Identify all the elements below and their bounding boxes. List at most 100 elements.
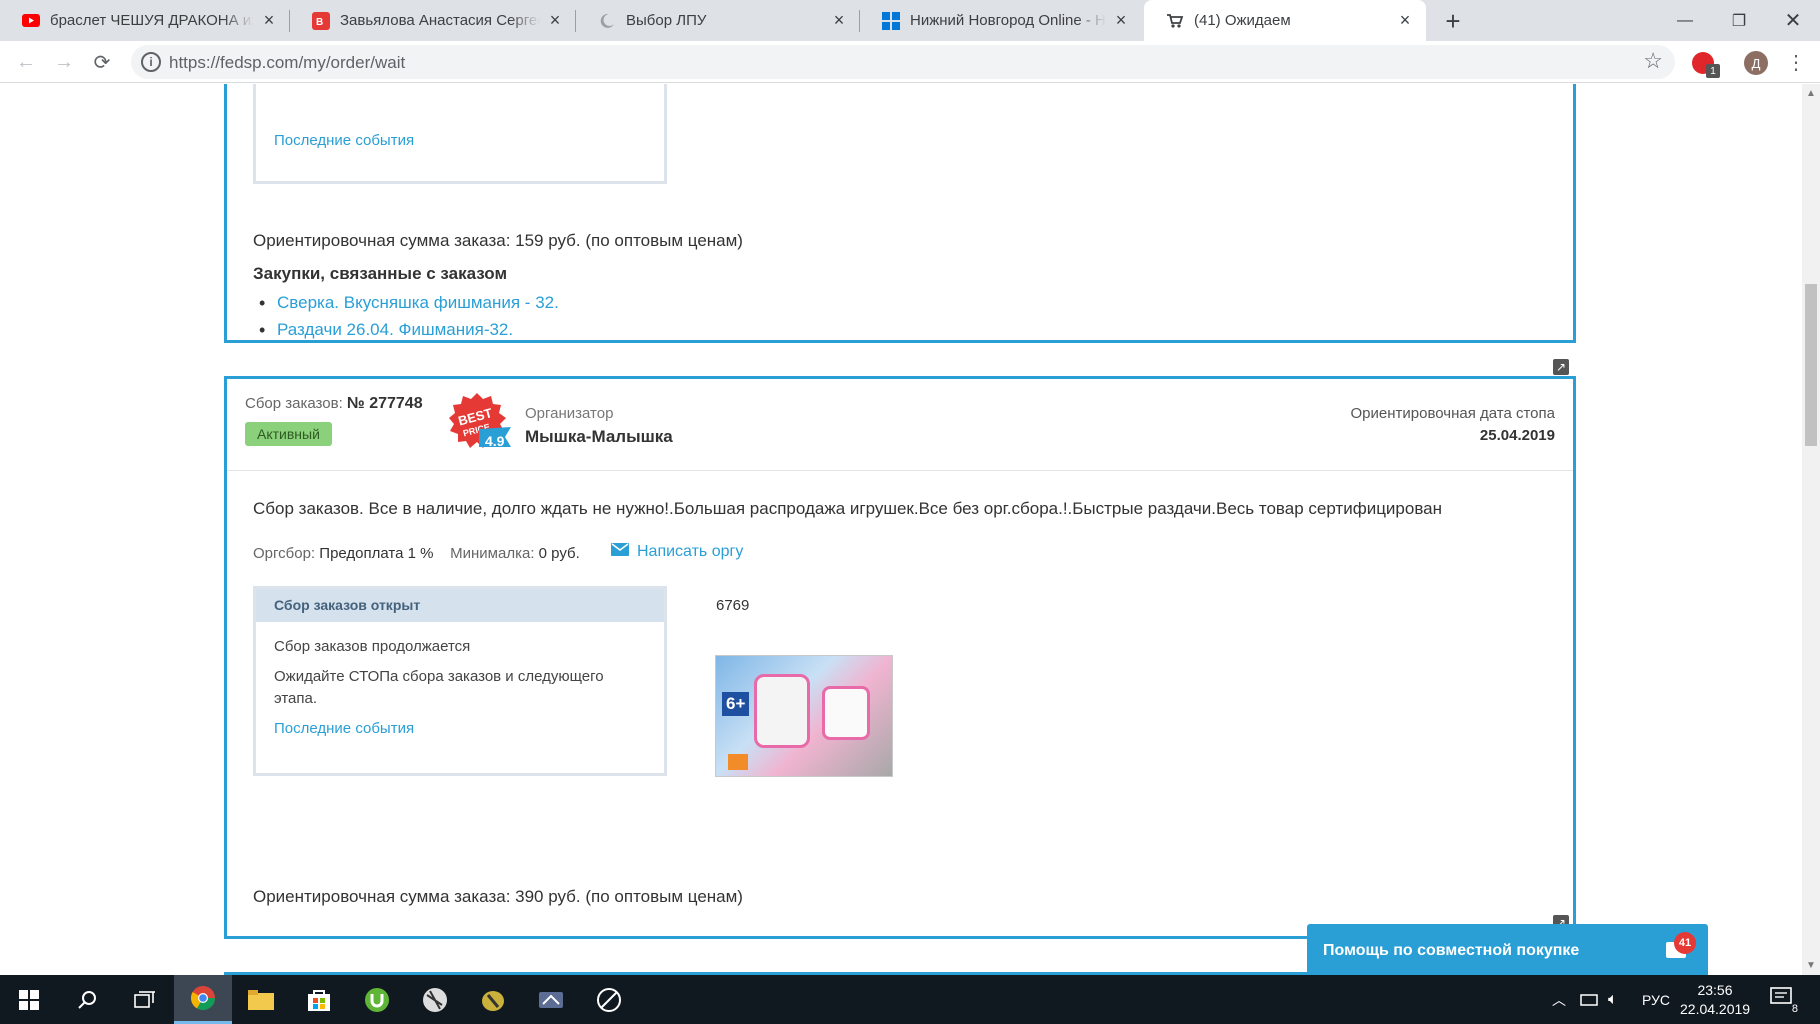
close-icon[interactable]: × [1112,10,1130,30]
tab-active-wait[interactable]: (41) Ожидаем × [1144,0,1426,41]
info-icon[interactable]: i [141,52,161,72]
product-thumbnail[interactable]: 6+ [715,655,893,777]
stop-date: 25.04.2019 [1479,427,1555,444]
url-text[interactable]: https://fedsp.com/my/order/wait [169,53,405,73]
search-icon[interactable] [58,975,116,1024]
robot-figure [822,686,870,740]
address-bar[interactable]: i https://fedsp.com/my/order/wait ☆ [131,45,1675,79]
tab-strip: браслет ЧЕШУЯ ДРАКОНА из ре × B Завьялов… [0,0,1820,41]
last-events-link[interactable]: Последние события [274,718,646,740]
forward-button[interactable]: → [50,48,78,76]
message-count-badge: 41 [1674,932,1696,954]
network-icon[interactable] [1580,975,1598,1024]
age-badge: 6+ [722,692,750,716]
related-purchases-list: Сверка. Вкусняшка фишмания - 32. Раздачи… [253,293,559,347]
scroll-down-icon[interactable]: ▼ [1806,960,1816,971]
globe-app-icon[interactable] [406,975,464,1024]
chrome-taskbar-icon[interactable] [174,975,232,1024]
windows-tiles-icon [882,11,900,30]
tab-title: Завьялова Анастасия Сергеевна [340,12,540,29]
windows-start-icon[interactable] [0,975,58,1024]
collection-label: Сбор заказов: № 277748 [245,395,423,412]
scroll-up-icon[interactable]: ▲ [1806,88,1816,99]
file-explorer-icon[interactable] [232,975,290,1024]
status-panel: Сбор заказов открыт Сбор заказов продолж… [253,586,667,776]
status-panel: Последние события [253,84,667,184]
clock-time: 23:56 [1697,982,1733,998]
product-link[interactable]: 6769 [716,597,749,614]
scrollbar-thumb[interactable] [1805,284,1817,446]
tray-expand-icon[interactable]: ︿ [1552,975,1566,1024]
moon-icon [598,12,616,30]
torrent-icon[interactable] [348,975,406,1024]
svg-text:B: B [316,17,323,28]
browser-menu-icon[interactable]: ⋮ [1786,50,1806,75]
minimize-button[interactable]: — [1658,0,1712,41]
related-purchase-link[interactable]: Сверка. Вкусняшка фишмания - 32. [253,293,559,314]
reload-button[interactable]: ⟳ [88,48,116,76]
language-indicator[interactable]: РУС [1642,975,1670,1024]
write-organizer-link[interactable]: Написать оргу [611,543,743,561]
tab-title: Выбор ЛПУ [626,12,707,29]
windows-taskbar: ︿ 🔈︎ РУС 23:56 22.04.2019 8 [0,975,1820,1024]
browser-toolbar: ← → ⟳ i https://fedsp.com/my/order/wait … [0,41,1820,83]
collection-title-link[interactable]: Сбор заказов. Все в наличие, долго ждать… [253,499,1442,519]
extension-badge: 1 [1706,64,1720,78]
tab-nn-online[interactable]: Нижний Новгород Online - Ниж × [860,0,1142,41]
robot-figure [754,674,810,748]
close-icon[interactable]: × [1396,10,1414,30]
notification-count: 8 [1791,1003,1798,1015]
organizer-name[interactable]: Мышка-Малышка [525,427,673,447]
youtube-icon [22,12,40,30]
external-link-icon[interactable]: ↗ [1553,359,1569,375]
notification-center-icon[interactable]: 8 [1770,987,1798,1015]
page-viewport: Последние события Ориентировочная сумма … [0,84,1802,975]
panel-status-line: Ожидайте СТОПа сбора заказов и следующег… [274,668,604,707]
stop-date-label: Ориентировочная дата стопа [1350,405,1555,422]
order-card: Последние события Ориентировочная сумма … [224,84,1576,375]
bookmark-star-icon[interactable]: ☆ [1643,48,1663,74]
store-icon[interactable] [290,975,348,1024]
panel-title: Сбор заказов открыт [256,589,664,622]
related-purchase-link[interactable]: Раздачи 26.04. Фишмания-32. [253,320,559,341]
new-tab-button[interactable]: + [1438,6,1468,36]
minimum-value: 0 руб. [538,545,580,562]
organizer-label: Организатор [525,405,614,422]
tab-title: (41) Ожидаем [1194,12,1291,29]
related-purchases-title: Закупки, связанные с заказом [253,264,508,283]
profile-avatar[interactable]: Д [1744,51,1768,75]
order-sum: Ориентировочная сумма заказа: 390 руб. (… [253,887,743,906]
close-window-button[interactable]: ✕ [1766,0,1820,41]
best-price-badge: BEST PRICE 4.9 [449,391,511,457]
help-widget-label: Помощь по совместной покупке [1323,942,1580,959]
game-app-icon[interactable] [464,975,522,1024]
envelope-icon [611,543,629,561]
tab-vk[interactable]: B Завьялова Анастасия Сергеевна × [290,0,576,41]
volume-icon[interactable]: 🔈︎ [1608,975,1618,1024]
cart-icon [1166,12,1184,30]
panel-status-line: Сбор заказов продолжается [274,638,471,655]
vk-icon: B [312,11,330,30]
brick-icon [728,754,748,770]
tab-title: браслет ЧЕШУЯ ДРАКОНА из ре [50,12,254,29]
tab-lpu[interactable]: Выбор ЛПУ × [576,0,860,41]
order-sum: Ориентировочная сумма заказа: 159 руб. (… [253,231,743,250]
close-icon[interactable]: × [546,10,564,30]
page-scrollbar[interactable]: ▲ ▼ [1802,84,1820,975]
back-button[interactable]: ← [12,48,40,76]
help-chat-widget[interactable]: Помощь по совместной покупке 41 [1307,924,1708,977]
close-icon[interactable]: × [260,10,278,30]
satellite-app-icon[interactable] [580,975,638,1024]
card-divider [227,470,1573,471]
clock[interactable]: 23:56 22.04.2019 [1680,981,1750,1019]
restore-button[interactable]: ❐ [1712,0,1766,41]
media-app-icon[interactable] [522,975,580,1024]
tab-youtube[interactable]: браслет ЧЕШУЯ ДРАКОНА из ре × [0,0,290,41]
last-events-link[interactable]: Последние события [274,132,414,149]
close-icon[interactable]: × [830,10,848,30]
collection-number: № 277748 [346,395,423,412]
status-badge: Активный [245,422,332,446]
task-view-icon[interactable] [116,975,174,1024]
org-fee-row: Оргсбор: Предоплата 1 % Минималка: 0 руб… [253,545,580,562]
organizer-rating: 4.9 [485,433,505,449]
